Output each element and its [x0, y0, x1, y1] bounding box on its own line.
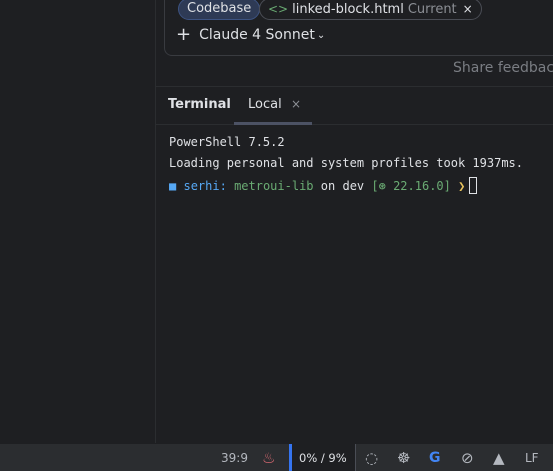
editor-gutter — [0, 0, 156, 443]
google-icon[interactable]: G — [429, 444, 441, 471]
prompt-marker-icon: ■ — [169, 179, 177, 193]
chip-label: Codebase — [187, 1, 252, 16]
close-icon[interactable]: × — [291, 97, 301, 111]
share-feedback-link[interactable]: Share feedback — [453, 60, 553, 76]
terminal-prompt-line: ■ serhi: metroui-lib on dev [⊛ 22.16.0] … — [169, 177, 478, 194]
terminal-title: Terminal — [168, 97, 231, 112]
terminal-line: Loading personal and system profiles too… — [169, 156, 524, 170]
context-chip-current-file[interactable]: <> linked-block.html Current × — [259, 0, 482, 20]
prompt-on: on — [320, 179, 336, 193]
no-inspections-icon[interactable]: ⊘ — [461, 444, 474, 471]
prompt-directory: metroui-lib — [234, 179, 314, 193]
add-context-icon[interactable]: + — [176, 26, 191, 44]
chevron-down-icon: ⌄ — [316, 29, 326, 41]
prompt-branch: dev — [342, 179, 365, 193]
copilot-icon[interactable]: ◌ — [365, 444, 378, 471]
close-icon[interactable]: × — [463, 2, 473, 16]
model-label: Claude 4 Sonnet — [199, 27, 315, 43]
context-chip-codebase[interactable]: Codebase — [178, 0, 261, 20]
terminal-header: Terminal Local × — [156, 86, 553, 125]
tab-local[interactable]: Local × — [234, 87, 312, 125]
tab-label: Local — [248, 97, 282, 112]
model-selector[interactable]: + Claude 4 Sonnet ⌄ — [176, 26, 325, 44]
code-with-me-icon[interactable]: ▲ — [493, 444, 505, 471]
prompt-arrow-icon: ❯ — [458, 179, 466, 193]
java-icon[interactable]: ♨ — [262, 444, 275, 471]
memory-indicator[interactable]: 0% / 9% — [289, 444, 356, 471]
ai-assistant-icon[interactable]: ☸ — [397, 444, 410, 471]
caret-position[interactable]: 39:9 — [221, 444, 248, 471]
status-bar: 39:9 ♨ 0% / 9% ◌ ☸ G ⊘ ▲ LF — [0, 443, 553, 471]
prompt-user: serhi: — [183, 179, 227, 193]
line-ending[interactable]: LF — [525, 444, 539, 471]
code-file-icon: <> — [268, 2, 289, 16]
terminal-line: PowerShell 7.5.2 — [169, 135, 285, 149]
terminal-cursor — [469, 177, 478, 194]
terminal-output[interactable]: PowerShell 7.5.2 Loading personal and sy… — [156, 125, 553, 443]
prompt-node-version: [⊛ 22.16.0] — [371, 179, 451, 193]
chip-current-badge: Current — [407, 2, 457, 17]
chip-file-label: linked-block.html — [292, 2, 404, 17]
